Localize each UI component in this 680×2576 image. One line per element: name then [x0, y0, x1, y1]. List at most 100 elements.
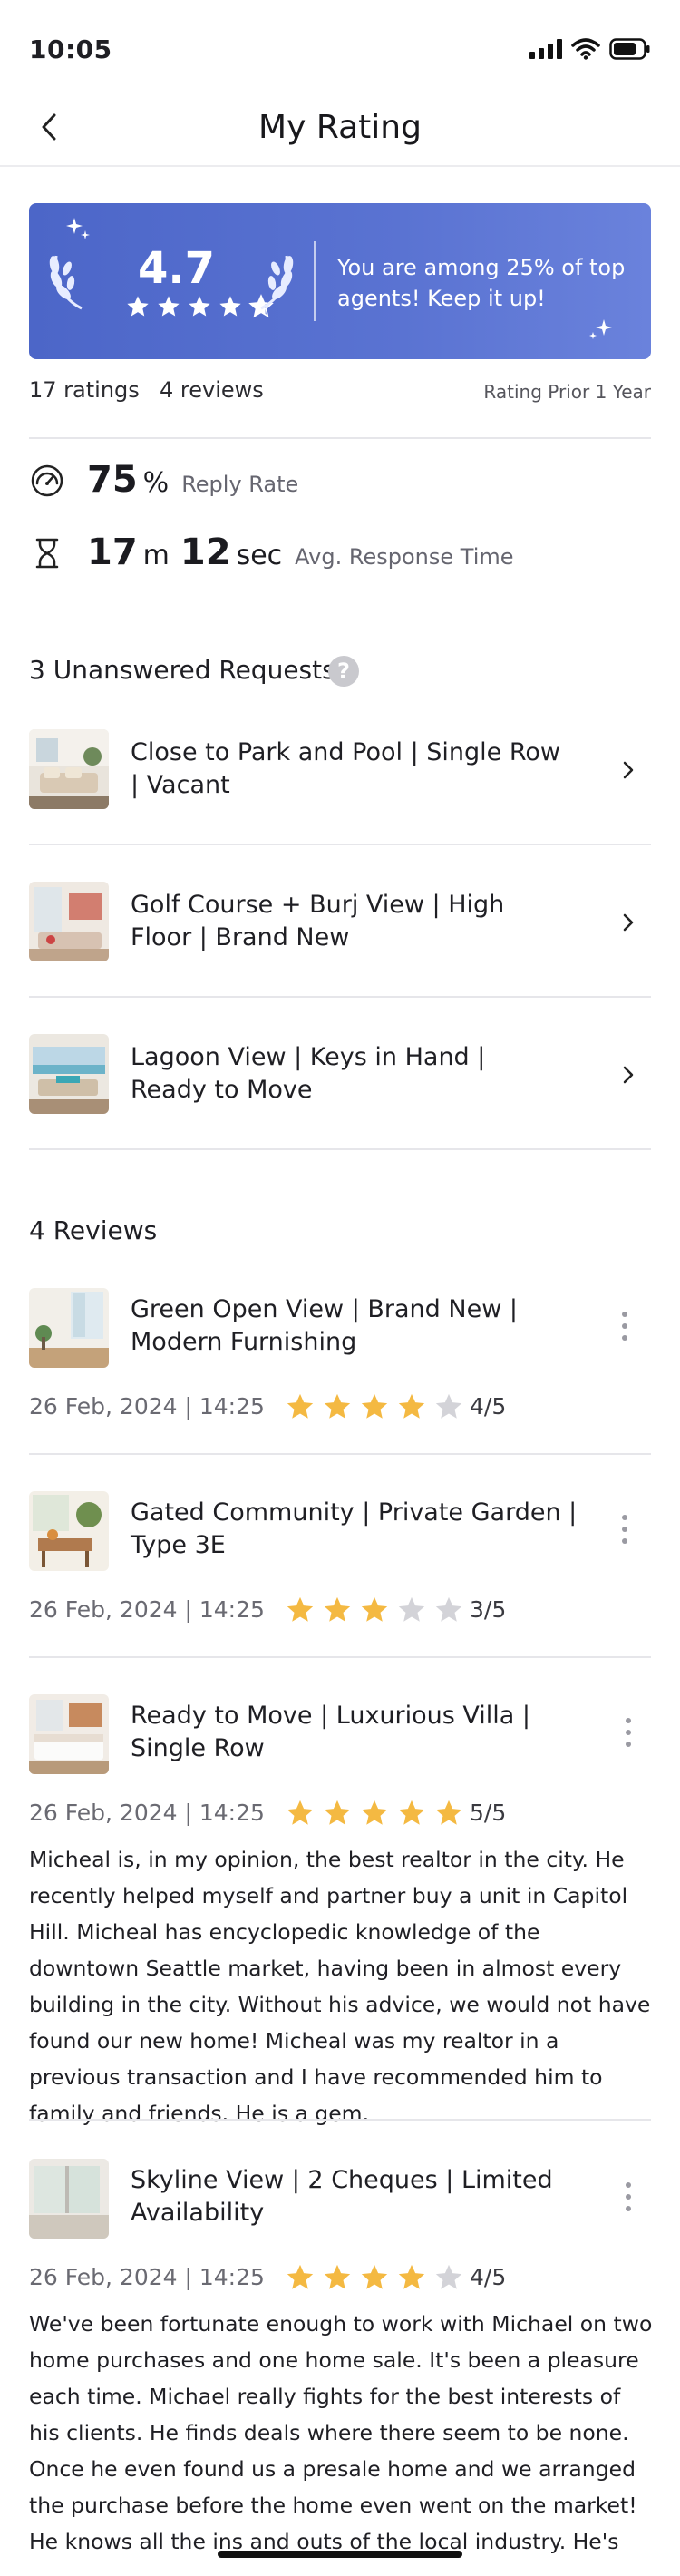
unanswered-request-item[interactable]: Lagoon View | Keys in Hand | Ready to Mo… — [29, 1014, 651, 1166]
status-time: 10:05 — [29, 34, 112, 64]
divider — [29, 1148, 651, 1150]
star-filled-icon — [398, 1800, 425, 1825]
star-filled-icon — [287, 1393, 314, 1419]
chevron-right-icon — [615, 756, 642, 784]
star-filled-icon — [324, 1800, 351, 1825]
wifi-icon — [571, 38, 600, 60]
divider — [29, 1656, 651, 1658]
star-filled-icon — [435, 1800, 462, 1825]
avg-response-time: 17 m 12 sec Avg. Response Time — [87, 532, 514, 573]
rating-period: Rating Prior 1 Year — [483, 381, 651, 403]
card-divider — [314, 241, 316, 321]
reviews-count: 4 reviews — [160, 377, 264, 403]
reply-rate-unit: % — [142, 467, 170, 499]
speedometer-icon — [31, 464, 63, 497]
unanswered-request-item[interactable]: Close to Park and Pool | Single Row | Va… — [29, 709, 651, 862]
rank-message: You are among 25% of top agents! Keep it… — [337, 255, 626, 311]
page-title: My Rating — [258, 109, 422, 146]
review-property-title: Gated Community | Private Garden | Type … — [131, 1498, 578, 1559]
review-property-title: Ready to Move | Luxurious Villa | Single… — [131, 1702, 531, 1762]
review-text: Micheal is, in my opinion, the best real… — [29, 1847, 651, 2126]
chevron-right-icon — [615, 1061, 642, 1088]
cellular-signal-icon — [529, 39, 562, 59]
star-filled-icon — [398, 1393, 425, 1419]
divider — [29, 844, 651, 845]
review-score: 4/5 — [470, 1393, 507, 1420]
property-thumbnail — [29, 1694, 109, 1774]
star-empty-icon — [398, 1596, 425, 1622]
property-thumbnail — [29, 882, 109, 961]
property-thumbnail — [29, 1491, 109, 1571]
reply-rate-label: Reply Rate — [181, 472, 299, 497]
laurel-left-icon — [49, 255, 83, 310]
nav-bar: My Rating — [0, 91, 680, 167]
star-filled-icon — [287, 1596, 314, 1622]
more-options-icon[interactable] — [611, 1306, 638, 1346]
response-time-label: Avg. Response Time — [295, 544, 514, 570]
divider — [29, 1453, 651, 1455]
star-filled-icon — [324, 2264, 351, 2289]
review-stars — [285, 1798, 464, 1829]
property-thumbnail — [29, 1288, 109, 1368]
star-filled-icon — [189, 296, 210, 317]
status-bar: 10:05 — [0, 0, 680, 91]
sparkle-icon — [589, 319, 612, 339]
star-filled-icon — [158, 296, 180, 317]
star-filled-icon — [287, 2264, 314, 2289]
star-empty-icon — [435, 1393, 462, 1419]
review-score: 5/5 — [470, 1800, 507, 1826]
star-filled-icon — [324, 1596, 351, 1622]
review-text: We've been fortunate enough to work with… — [29, 2311, 653, 2554]
rating-summary-row: 17 ratings 4 reviews Rating Prior 1 Year — [29, 377, 651, 423]
review-card: Ready to Move | Luxurious Villa | Single… — [29, 1691, 655, 2126]
more-options-icon[interactable] — [611, 1509, 638, 1549]
chevron-right-icon — [615, 909, 642, 936]
star-filled-icon — [287, 1800, 314, 1825]
reply-rate-value: 75 — [87, 459, 138, 501]
review-stars — [285, 2262, 464, 2293]
star-filled-icon — [361, 2264, 388, 2289]
overall-score: 4.7 — [138, 243, 216, 294]
request-title: Lagoon View | Keys in Hand | Ready to Mo… — [131, 1043, 486, 1104]
request-title: Close to Park and Pool | Single Row | Va… — [131, 738, 560, 799]
divider — [29, 2119, 651, 2121]
star-filled-icon — [398, 2264, 425, 2289]
review-date: 26 Feb, 2024 | 14:25 — [29, 1800, 265, 1826]
unanswered-request-item[interactable]: Golf Course + Burj View | High Floor | B… — [29, 862, 651, 1014]
review-property-title: Green Open View | Brand New | Modern Fur… — [131, 1295, 518, 1356]
star-filled-icon — [324, 1393, 351, 1419]
review-score: 3/5 — [470, 1596, 507, 1623]
review-property-title: Skyline View | 2 Cheques | Limited Avail… — [131, 2166, 553, 2227]
review-stars — [285, 1391, 464, 1422]
help-icon[interactable]: ? — [328, 656, 359, 687]
review-date: 26 Feb, 2024 | 14:25 — [29, 1393, 265, 1420]
hourglass-icon — [35, 538, 59, 569]
property-thumbnail — [29, 729, 109, 809]
more-options-icon[interactable] — [615, 2177, 642, 2217]
more-options-icon[interactable] — [615, 1712, 642, 1752]
review-stars — [285, 1595, 464, 1625]
reviews-heading: 4 Reviews — [29, 1215, 158, 1245]
star-empty-icon — [435, 2264, 462, 2289]
star-filled-icon — [127, 296, 149, 317]
sparkle-icon — [66, 218, 90, 239]
divider — [29, 437, 651, 439]
star-filled-icon — [219, 296, 241, 317]
reply-rate: 75 % Reply Rate — [87, 459, 298, 501]
divider — [29, 996, 651, 998]
rating-summary-card: 4.7 You are among 25% of top agents! Kee… — [29, 203, 651, 359]
property-thumbnail — [29, 2159, 109, 2239]
overall-stars — [125, 294, 274, 319]
property-thumbnail — [29, 1034, 109, 1114]
request-title: Golf Course + Burj View | High Floor | B… — [131, 891, 505, 951]
ratings-count: 17 ratings — [29, 377, 140, 403]
review-date: 26 Feb, 2024 | 14:25 — [29, 1596, 265, 1623]
response-seconds-unit: sec — [236, 540, 283, 571]
star-empty-icon — [435, 1596, 462, 1622]
home-indicator — [218, 2551, 462, 2558]
review-card: Green Open View | Brand New | Modern Fur… — [29, 1284, 651, 1448]
review-card: Gated Community | Private Garden | Type … — [29, 1488, 651, 1651]
laurel-right-icon — [260, 255, 294, 310]
battery-icon — [609, 38, 650, 60]
review-card: Skyline View | 2 Cheques | Limited Avail… — [29, 2155, 655, 2554]
